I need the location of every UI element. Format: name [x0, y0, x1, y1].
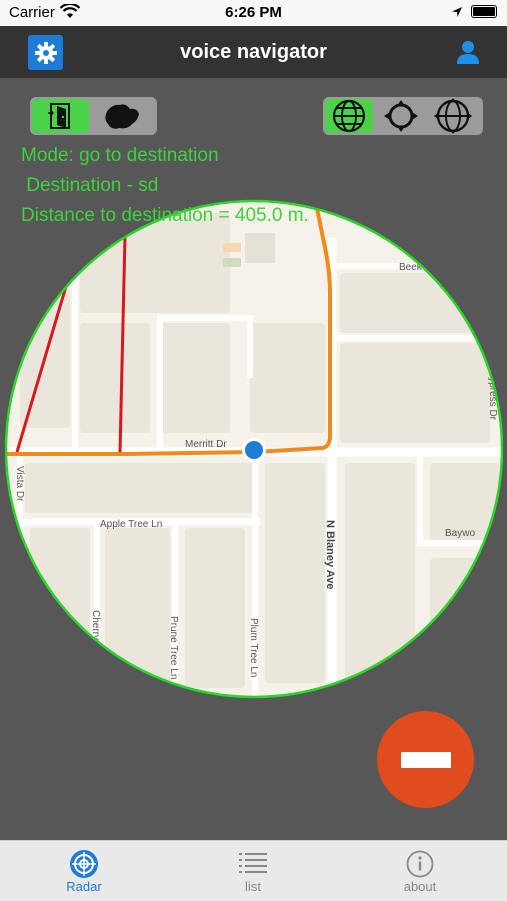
- street-label-blaney: N Blaney Ave: [324, 520, 336, 590]
- tab-radar[interactable]: Radar: [34, 849, 134, 894]
- globe-button[interactable]: [325, 99, 373, 133]
- map-poi-patch: [245, 233, 275, 263]
- globe-compass-icon: [434, 98, 472, 134]
- recenter-button[interactable]: [377, 99, 425, 133]
- globe-icon: [332, 99, 366, 133]
- street-label-merritt: Merritt Dr: [185, 439, 227, 450]
- location-arrow-icon: [452, 6, 462, 17]
- status-bar: Carrier 6:26 PM: [0, 0, 507, 26]
- tab-about-label: about: [403, 879, 437, 894]
- street-label-baywo: Baywo: [445, 528, 475, 539]
- status-time: 6:26 PM: [225, 4, 282, 21]
- tab-radar-label: Radar: [66, 879, 102, 894]
- door-mode-button[interactable]: [32, 99, 89, 133]
- globe-mode-segmented-control: [323, 97, 483, 135]
- current-location-dot: [245, 441, 263, 459]
- globe-compass-button[interactable]: [429, 98, 477, 134]
- list-icon: [239, 853, 267, 873]
- info-icon: [406, 850, 434, 878]
- map-poi-patch: [223, 258, 241, 267]
- tab-list-label: list: [245, 879, 261, 894]
- map-region-button[interactable]: [93, 99, 150, 133]
- minus-icon: [400, 751, 451, 768]
- street-label-plum: Plum Tree Ln: [248, 618, 259, 677]
- remove-destination-button[interactable]: [377, 711, 474, 808]
- street-label-vista: Vista Dr: [14, 466, 25, 502]
- door-exit-icon: [47, 103, 70, 129]
- destination-text: Destination - sd: [21, 175, 159, 196]
- tab-list[interactable]: list: [203, 849, 303, 894]
- distance-text: Distance to destination = 405.0 m.: [21, 205, 309, 226]
- navigation-info: Mode: go to destination Destination - sd…: [21, 141, 309, 231]
- radar-map[interactable]: Merritt Dr Apple Tree Ln Beek Baywo N Bl…: [5, 198, 503, 700]
- battery-icon: [471, 5, 497, 18]
- street-label-prune: Prune Tree Ln: [168, 616, 179, 679]
- tab-about[interactable]: about: [370, 849, 470, 894]
- user-icon[interactable]: [455, 39, 481, 65]
- navigation-bar: voice navigator: [0, 26, 507, 78]
- view-mode-segmented-control: [30, 97, 157, 135]
- tab-bar: Radar list about: [0, 840, 507, 901]
- app-title: voice navigator: [180, 41, 327, 63]
- mode-text: Mode: go to destination: [21, 145, 219, 166]
- radar-icon: [70, 850, 98, 878]
- street-label-apple: Apple Tree Ln: [100, 519, 162, 530]
- country-map-icon: [104, 104, 139, 129]
- recenter-arrows-icon: [384, 100, 418, 132]
- map-poi-patch: [223, 243, 241, 252]
